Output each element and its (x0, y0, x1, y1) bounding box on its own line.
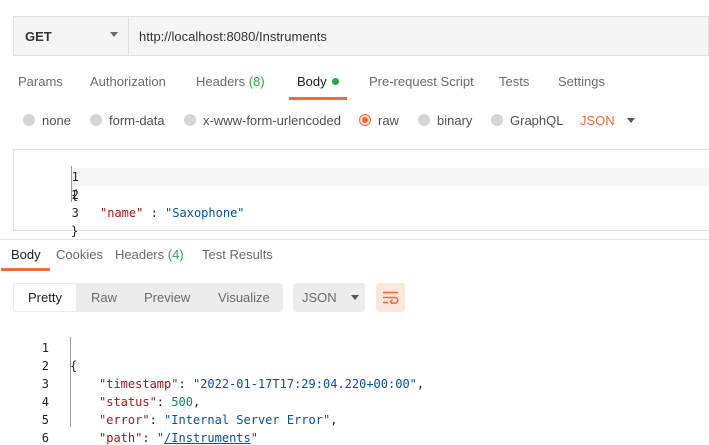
tab-label: Settings (558, 74, 605, 89)
radio-label: GraphQL (510, 112, 564, 128)
view-mode-group: Pretty Raw Preview Visualize (13, 283, 283, 312)
tab-headers[interactable]: Headers (8) (196, 70, 265, 100)
body-type-radio-group: none form-data x-www-form-urlencoded raw… (0, 108, 709, 132)
tab-settings[interactable]: Settings (558, 70, 605, 100)
method-label: GET (25, 28, 52, 44)
chevron-down-icon (626, 117, 635, 123)
tab-label: Test Results (202, 247, 273, 262)
radio-label: binary (437, 112, 473, 128)
pane-divider[interactable] (0, 239, 709, 240)
radio-none[interactable]: none (23, 108, 71, 132)
radio-circle-icon (184, 114, 196, 126)
response-body-viewer[interactable]: 1 { 2 "timestamp": "2022-01-17T17:29:04.… (0, 321, 709, 445)
code-line: 2 "timestamp": "2022-01-17T17:29:04.220+… (0, 339, 709, 391)
response-tab-cookies[interactable]: Cookies (56, 245, 103, 271)
tab-label: Cookies (56, 247, 103, 262)
radio-label: none (42, 112, 71, 128)
chevron-down-icon (110, 32, 118, 37)
response-format-select[interactable]: JSON (293, 283, 365, 312)
code-line: 4 "error": "Internal Server Error", (0, 375, 709, 427)
button-label: Raw (91, 290, 118, 305)
view-preview-button[interactable]: Preview (144, 283, 190, 312)
format-label: JSON (302, 290, 337, 305)
path-link[interactable]: /Instruments (164, 431, 251, 445)
tab-label: Authorization (90, 74, 166, 89)
response-tab-test-results[interactable]: Test Results (202, 245, 273, 271)
wrap-lines-icon (383, 291, 399, 304)
code-line: 3 "status": 500, (0, 357, 709, 409)
code-line: 2 "name" : "Saxophone" (14, 168, 709, 220)
button-label: Visualize (218, 290, 270, 305)
radio-form-data[interactable]: form-data (90, 108, 165, 132)
radio-circle-icon (491, 114, 503, 126)
json-key: "name" (100, 206, 144, 220)
radio-circle-icon (418, 114, 430, 126)
chevron-down-icon (350, 295, 359, 300)
request-tabs: Params Authorization Headers (8) Body Pr… (0, 70, 709, 100)
headers-count-badge: (8) (248, 74, 265, 89)
code-line: 1 { (0, 321, 709, 373)
tab-label: Pre-request Script (369, 74, 474, 89)
tab-label: Tests (499, 74, 530, 89)
radio-binary[interactable]: binary (418, 108, 472, 132)
code-line: 6 } (0, 411, 709, 445)
code-line: 1 { (14, 150, 709, 202)
code-text: "name" : "Saxophone" (100, 204, 245, 222)
radio-graphql[interactable]: GraphQL (491, 108, 563, 132)
response-tab-headers[interactable]: Headers (4) (115, 245, 184, 271)
tab-params[interactable]: Params (18, 70, 63, 100)
tab-label: Headers (196, 74, 246, 89)
view-pretty-button[interactable]: Pretty (13, 283, 77, 312)
body-language-select[interactable]: JSON (580, 108, 635, 132)
tab-authorization[interactable]: Authorization (90, 70, 166, 100)
request-url-bar: GET (13, 16, 709, 56)
json-key: "path" (99, 431, 143, 445)
tab-body[interactable]: Body (289, 70, 347, 100)
line-number: 3 (71, 206, 79, 220)
line-number: 6 (41, 431, 49, 445)
response-tab-body[interactable]: Body (1, 245, 50, 271)
tab-pre-request-script[interactable]: Pre-request Script (369, 70, 474, 100)
tab-label: Body (297, 74, 327, 89)
code-line: 5 "path": "/Instruments" (0, 393, 709, 445)
json-quote: " (250, 431, 258, 445)
body-modified-dot-icon (331, 78, 339, 85)
radio-x-www-form-urlencoded[interactable]: x-www-form-urlencoded (184, 108, 341, 132)
method-select[interactable]: GET (14, 17, 129, 55)
radio-label: x-www-form-urlencoded (203, 112, 341, 128)
request-body-editor[interactable]: 1 { 2 "name" : "Saxophone" 3 } (13, 149, 709, 238)
radio-selected-icon (359, 114, 371, 126)
radio-label: form-data (109, 112, 165, 128)
button-label: Pretty (28, 290, 62, 305)
button-label: Preview (144, 290, 191, 305)
radio-circle-icon (23, 114, 35, 126)
view-visualize-button[interactable]: Visualize (218, 283, 270, 312)
code-line: 3 } (14, 186, 709, 238)
wrap-lines-button[interactable] (376, 283, 405, 312)
tab-label: Body (11, 247, 41, 262)
radio-circle-icon (90, 114, 102, 126)
json-quote: " (156, 431, 165, 445)
code-text: "path": "/Instruments" (99, 431, 258, 445)
tab-label: Headers (115, 247, 165, 262)
code-text: } (71, 224, 79, 238)
json-string: "Saxophone" (165, 206, 245, 220)
body-language-label: JSON (580, 112, 615, 128)
url-input[interactable] (129, 17, 708, 55)
tab-label: Params (18, 74, 63, 89)
radio-raw[interactable]: raw (359, 108, 399, 132)
json-separator: : (143, 206, 166, 220)
response-tabs: Body Cookies Headers (4) Test Results (0, 245, 709, 271)
radio-label: raw (378, 112, 399, 128)
tab-tests[interactable]: Tests (499, 70, 529, 100)
headers-count-badge: (4) (167, 247, 184, 262)
view-raw-button[interactable]: Raw (91, 283, 117, 312)
